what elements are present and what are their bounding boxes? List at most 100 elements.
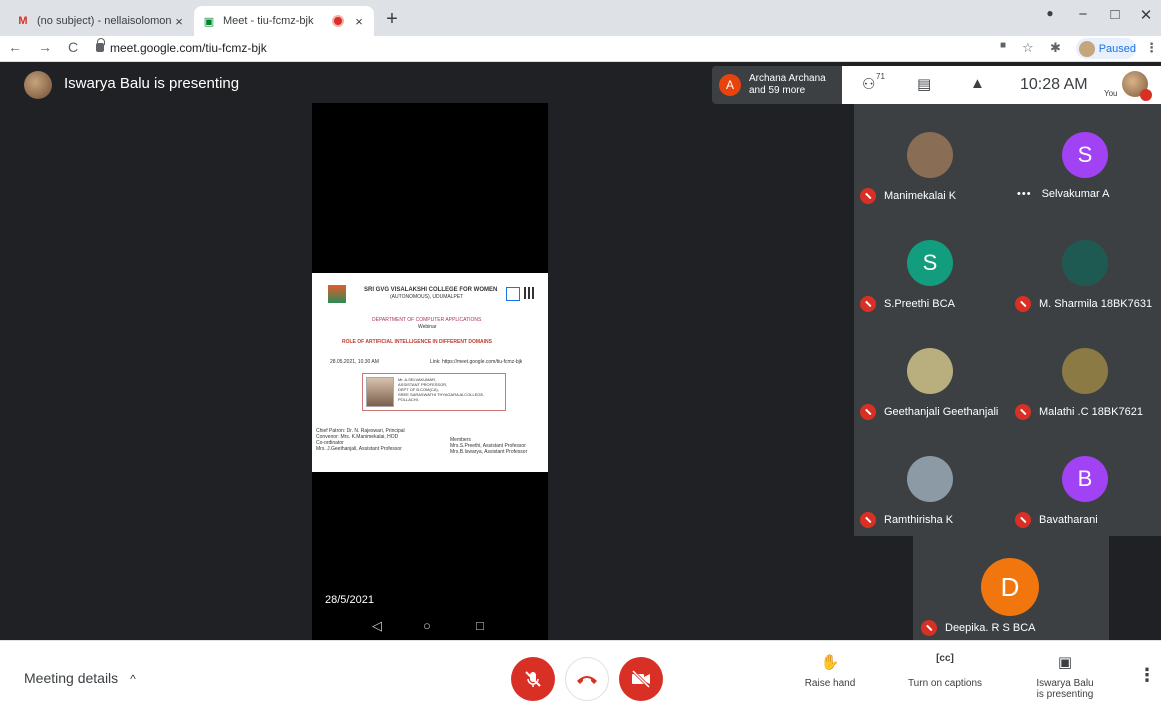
meeting-clock: 10:28 AM: [1020, 76, 1088, 93]
participant-name: Ramthirisha K: [884, 514, 954, 526]
muted-mic-icon: [921, 620, 937, 636]
participant-count: 71: [876, 72, 885, 81]
recording-indicator-icon: [334, 17, 342, 25]
avatar: B: [1062, 456, 1108, 502]
raise-hand-button[interactable]: ✋ Raise hand: [780, 653, 880, 689]
people-icon[interactable]: ⚇: [862, 75, 875, 93]
chevron-up-icon: ^: [130, 672, 136, 686]
screen-date: 28/5/2021: [325, 594, 374, 606]
participant-tile-deepika[interactable]: D Deepika. R S BCA: [913, 536, 1109, 640]
slide-topic: ROLE OF ARTIFICIAL INTELLIGENCE IN DIFFE…: [342, 339, 492, 345]
hand-icon: ✋: [820, 654, 840, 671]
mic-toggle-button[interactable]: [511, 657, 555, 701]
participant-tile[interactable]: B Bavatharani: [1009, 428, 1161, 536]
participant-tile[interactable]: Malathi .C 18BK7621: [1009, 320, 1161, 428]
android-back-icon: ◁: [372, 618, 382, 633]
browser-menu-icon[interactable]: ⋮: [1145, 40, 1158, 56]
camera-toggle-button[interactable]: [619, 657, 663, 701]
extensions-icon[interactable]: ✱: [1050, 40, 1061, 56]
camera-icon[interactable]: ■: [1000, 40, 1006, 51]
gmail-icon: M: [18, 15, 28, 27]
meeting-details-label: Meeting details: [24, 670, 119, 686]
members-line: Mrs.B.Iswarya, Assistant Professor: [450, 449, 528, 455]
speaking-dots-icon: •••: [1017, 188, 1032, 200]
reload-button[interactable]: C: [64, 39, 82, 55]
back-button[interactable]: ←: [6, 39, 24, 55]
mic-off-icon: [525, 671, 541, 687]
url-input[interactable]: meet.google.com/tiu-fcmz-bjk: [110, 41, 267, 55]
organizer-line: Mrs. J.Geethanjali, Assistant Professor: [316, 446, 402, 452]
avatar: [907, 348, 953, 394]
close-tab-icon[interactable]: ×: [172, 14, 186, 29]
participant-tile[interactable]: S ••• Selvakumar A: [1009, 104, 1161, 212]
participant-tile[interactable]: S S.Preethi BCA: [854, 212, 1006, 320]
slide-department: DEPARTMENT OF COMPUTER APPLICATIONS: [372, 317, 482, 323]
avatar: [1062, 240, 1108, 286]
participant-name: Manimekalai K: [884, 190, 957, 202]
muted-mic-icon: [1015, 404, 1031, 420]
avatar: S: [1062, 132, 1108, 178]
muted-mic-icon: [860, 296, 876, 312]
participant-tile[interactable]: Ramthirisha K: [854, 428, 1006, 536]
captions-button[interactable]: [cc] Turn on captions: [895, 653, 995, 689]
raise-hand-label: Raise hand: [804, 678, 856, 689]
forward-button[interactable]: →: [36, 39, 54, 55]
captions-icon: [cc]: [936, 653, 954, 664]
paused-label: Paused: [1098, 42, 1136, 55]
muted-mic-icon: [1015, 512, 1031, 528]
presenter-avatar: [24, 71, 52, 99]
minimize-button[interactable]: −: [1073, 6, 1093, 23]
activities-icon[interactable]: ▲: [970, 75, 985, 92]
participant-name: Deepika. R S BCA: [945, 622, 1036, 634]
present-screen-icon: ▣: [1057, 654, 1073, 671]
close-tab-icon[interactable]: ×: [352, 14, 366, 29]
muted-mic-icon: [860, 188, 876, 204]
presenter-label: Iswarya Balu is presenting: [64, 75, 240, 92]
tab-meet[interactable]: ▣ Meet - tiu-fcmz-bjk ×: [194, 6, 374, 36]
slide-college: SRI GVG VISALAKSHI COLLEGE FOR WOMEN: [364, 287, 498, 293]
people-chip-line1: Archana Archana: [749, 73, 826, 84]
slide-college-sub: (AUTONOMOUS), UDUMALPET: [390, 294, 464, 300]
profile-avatar: [1079, 40, 1095, 57]
profile-paused-button[interactable]: Paused: [1076, 38, 1136, 59]
meeting-details-button[interactable]: Meeting details ^: [24, 670, 136, 686]
participant-name: Selvakumar A: [1041, 188, 1110, 200]
bookmark-star-icon[interactable]: ☆: [1022, 40, 1034, 56]
chat-icon[interactable]: ▤: [917, 75, 931, 93]
muted-mic-icon: [860, 404, 876, 420]
present-button[interactable]: ▣ Iswarya Balu is presenting: [1015, 653, 1115, 700]
media-control-icon[interactable]: ●: [1040, 6, 1060, 20]
new-tab-button[interactable]: +: [380, 8, 404, 31]
slide-datetime: 28.05.2021, 10.30 AM: [330, 359, 379, 365]
slide-link: Link: https://meet.google.com/tiu-fcmz-b…: [430, 359, 523, 365]
participant-tile[interactable]: M. Sharmila 18BK7631: [1009, 212, 1161, 320]
participant-name: Bavatharani: [1039, 514, 1098, 526]
android-home-icon: ○: [423, 618, 431, 633]
lock-icon: [96, 38, 105, 52]
hang-up-icon: [577, 676, 597, 684]
college-logo-icon: [328, 285, 346, 303]
participant-tile[interactable]: Manimekalai K: [854, 104, 1006, 212]
self-mute-icon: [1140, 89, 1152, 101]
avatar: D: [981, 558, 1039, 616]
participant-grid: Manimekalai K S ••• Selvakumar A S S.Pree…: [854, 104, 1161, 536]
captions-label: Turn on captions: [907, 678, 983, 689]
tab-title: Meet - tiu-fcmz-bjk: [223, 15, 314, 27]
muted-mic-icon: [1015, 296, 1031, 312]
people-chip-text: Archana Archana and 59 more: [749, 73, 826, 97]
participant-name: M. Sharmila 18BK7631: [1039, 298, 1153, 310]
leave-call-button[interactable]: [565, 657, 609, 701]
avatar: [907, 456, 953, 502]
presenting-line2: is presenting: [1036, 689, 1094, 700]
maximize-button[interactable]: □: [1105, 6, 1125, 23]
camera-off-icon: [631, 669, 651, 689]
muted-mic-icon: [860, 512, 876, 528]
more-options-button[interactable]: ⋮: [1138, 665, 1156, 686]
tab-gmail[interactable]: M (no subject) - nellaisolomon1970 ×: [8, 6, 194, 36]
avatar: A: [719, 74, 741, 96]
you-label: You: [1104, 89, 1118, 98]
people-chip[interactable]: A Archana Archana and 59 more: [712, 66, 842, 104]
close-window-button[interactable]: ✕: [1136, 6, 1156, 24]
participant-tile[interactable]: Geethanjali Geethanjali: [854, 320, 1006, 428]
tab-title: (no subject) - nellaisolomon1970: [37, 15, 172, 27]
